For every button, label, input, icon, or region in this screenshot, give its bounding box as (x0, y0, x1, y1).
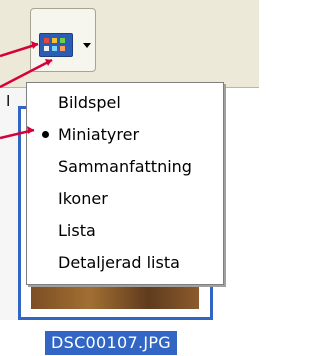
callout-arrow-head-3 (27, 126, 34, 134)
callout-arrow-2 (0, 58, 53, 89)
callout-arrows (0, 41, 53, 140)
callout-arrow-head-1 (31, 41, 38, 49)
